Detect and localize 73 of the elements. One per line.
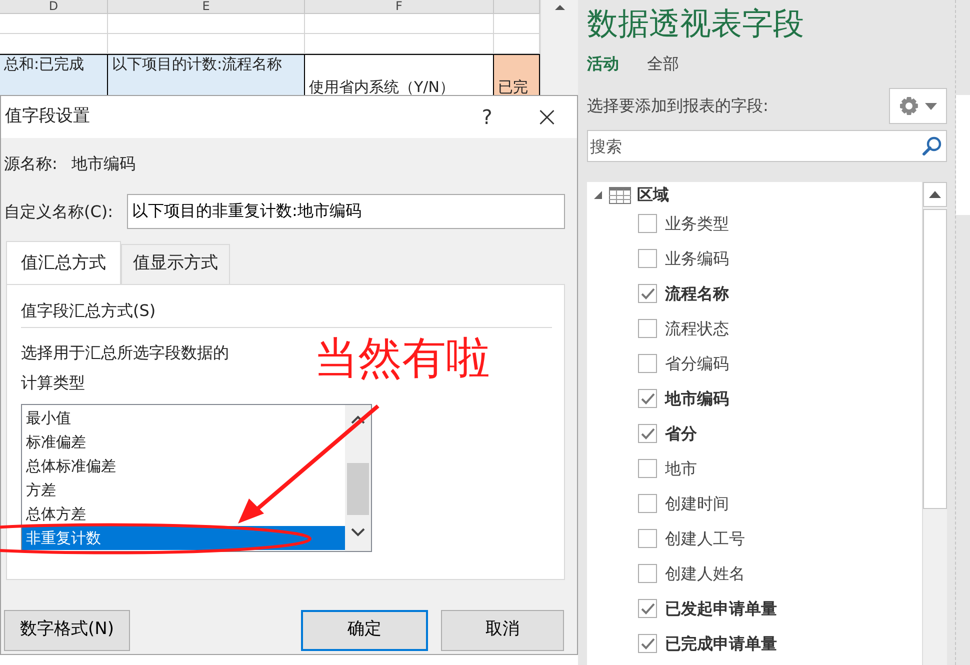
list-item[interactable]: 最小值	[22, 406, 345, 430]
field-name: 地市	[665, 458, 697, 480]
column-header[interactable]: F	[305, 0, 494, 13]
scrollbar-thumb[interactable]	[347, 462, 369, 514]
list-item[interactable]: 非重复计数	[22, 526, 345, 550]
checkbox[interactable]	[638, 389, 657, 408]
scroll-up-icon[interactable]	[351, 414, 365, 424]
scroll-down-icon[interactable]	[351, 526, 365, 536]
checkbox[interactable]	[638, 494, 657, 513]
section-heading: 值字段汇总方式(S)	[21, 298, 552, 328]
column-header[interactable]: E	[108, 0, 305, 13]
checkbox[interactable]	[638, 634, 657, 653]
table-cell: 已完	[494, 55, 540, 96]
checkbox[interactable]	[638, 564, 657, 583]
table-cell: 总和:已完成	[0, 55, 108, 96]
field-name: 省分编码	[665, 352, 729, 374]
field-name: 省分	[665, 422, 697, 444]
pane-title: 数据透视表字段	[587, 5, 805, 44]
field-value: 地市编码	[71, 153, 136, 175]
prompt-text: 选择要添加到报表的字段:	[587, 95, 768, 117]
checkbox[interactable]	[638, 249, 657, 268]
field-name: 流程名称	[665, 282, 729, 304]
tab[interactable]: 值汇总方式	[6, 241, 121, 284]
field-name: 创建人工号	[665, 528, 745, 550]
list-item[interactable]: 方差	[22, 478, 345, 502]
tab[interactable]: 活动	[587, 50, 643, 78]
checkbox[interactable]	[638, 459, 657, 478]
field-name: 业务编码	[665, 248, 729, 270]
checkbox[interactable]	[638, 529, 657, 548]
list-item[interactable]: 标准偏差	[22, 430, 345, 454]
annotation-text: 当然有啦	[314, 333, 490, 385]
help-button[interactable]: ?	[457, 102, 517, 132]
checkbox[interactable]	[638, 424, 657, 443]
expanded-icon[interactable]	[593, 190, 603, 200]
dialog-title: 值字段设置	[5, 105, 91, 128]
function-listbox[interactable]: 最小值 标准偏差 总体标准偏差 方差 总体方差 非重复计数	[21, 404, 372, 552]
tab[interactable]: 全部	[647, 50, 703, 78]
description-text: 选择用于汇总所选字段数据的计算类型	[21, 342, 230, 394]
dialog-button[interactable]: 取消	[441, 610, 564, 650]
checkbox[interactable]	[638, 599, 657, 618]
checkbox[interactable]	[638, 214, 657, 233]
field-label: 自定义名称(C):	[4, 200, 114, 222]
scroll-up-button[interactable]	[923, 182, 947, 207]
field-name: 创建时间	[665, 492, 729, 514]
close-button[interactable]: ×	[517, 96, 577, 138]
dialog-button[interactable]: 确定	[301, 610, 428, 650]
scrollbar-thumb[interactable]	[923, 209, 947, 509]
scroll-up-icon	[929, 191, 941, 198]
scroll-up-icon[interactable]	[554, 3, 566, 11]
column-header[interactable]: D	[0, 0, 108, 13]
tree-node-label[interactable]: 区域	[637, 183, 669, 207]
dialog-button[interactable]: 数字格式(N)	[4, 610, 130, 650]
name-input-field[interactable]: 以下项目的非重复计数:地市编码	[127, 194, 565, 229]
table-cell: 以下项目的计数:流程名称	[108, 55, 305, 96]
field-name: 创建人姓名	[665, 562, 745, 584]
tab[interactable]: 值显示方式	[121, 244, 230, 284]
field-label: 源名称:	[4, 153, 58, 175]
field-name: 已完成申请单量	[665, 632, 777, 654]
field-name: 业务类型	[665, 212, 729, 234]
list-item[interactable]: 总体方差	[22, 502, 345, 526]
search-field[interactable]: 搜索	[587, 130, 947, 162]
checkbox[interactable]	[638, 284, 657, 303]
table-icon	[609, 186, 631, 204]
list-item[interactable]: 总体标准偏差	[22, 454, 345, 478]
field-name: 流程状态	[665, 318, 729, 340]
settings-button[interactable]	[889, 88, 947, 124]
settings-icon	[899, 96, 919, 116]
caret-icon	[925, 102, 937, 110]
field-name: 已发起申请单量	[665, 598, 777, 620]
checkbox[interactable]	[638, 354, 657, 373]
field-name: 地市编码	[665, 388, 729, 410]
checkbox[interactable]	[638, 319, 657, 338]
search-icon[interactable]	[921, 135, 943, 157]
